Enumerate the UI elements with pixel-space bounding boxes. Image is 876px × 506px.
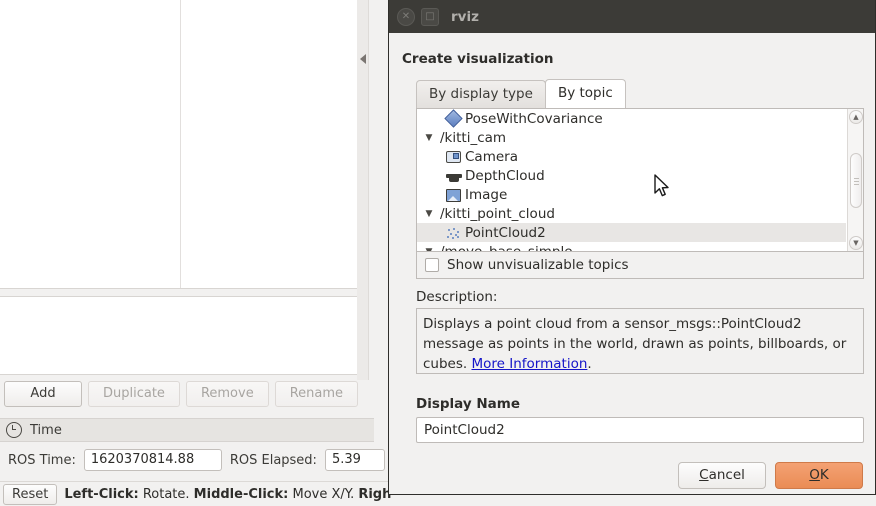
cancel-button[interactable]: Cancel	[678, 462, 766, 489]
dialog-body: Create visualization By display type By …	[389, 51, 875, 443]
ok-button[interactable]: OK	[775, 462, 863, 489]
tree-item-label: /move_base_simple	[440, 244, 573, 252]
cancel-mnemonic: C	[699, 467, 709, 483]
chevron-down-icon[interactable]: ▼	[421, 133, 437, 143]
tree-vertical-scrollbar[interactable]: ▲ ▼	[847, 109, 863, 251]
reset-button[interactable]: Reset	[3, 483, 58, 505]
tree-item-label: /kitti_point_cloud	[440, 205, 555, 222]
more-information-link[interactable]: More Information	[471, 356, 587, 372]
ros-elapsed-field[interactable]: 5.39	[324, 449, 385, 471]
tree-row-selected[interactable]: PointCloud2	[417, 223, 846, 242]
status-hint-text: Left-Click: Rotate. Middle-Click: Move X…	[64, 487, 391, 502]
panel-column-divider	[180, 0, 181, 288]
display-action-buttons: Add Duplicate Remove Rename	[0, 381, 361, 411]
hint-bold-left-click: Left-Click:	[64, 486, 139, 502]
display-name-input[interactable]: PointCloud2	[416, 417, 864, 443]
properties-panel	[0, 296, 361, 375]
tree-row[interactable]: Camera	[417, 147, 846, 166]
scrollbar-thumb[interactable]	[850, 153, 862, 208]
duplicate-button[interactable]: Duplicate	[88, 381, 180, 407]
topic-tree[interactable]: PoseWithCovariance ▼ /kitti_cam Camera D…	[416, 108, 864, 252]
show-unvisualizable-checkbox[interactable]	[425, 258, 439, 272]
time-panel-header: Time	[0, 418, 374, 442]
hint-move: Move X/Y.	[288, 486, 359, 502]
pointcloud-icon	[445, 225, 462, 240]
tree-row[interactable]: Image	[417, 185, 846, 204]
maximize-icon[interactable]: □	[421, 7, 439, 26]
topic-tree-scroll-area: PoseWithCovariance ▼ /kitti_cam Camera D…	[417, 109, 846, 251]
displays-panel	[0, 0, 361, 289]
ros-time-label: ROS Time:	[8, 452, 76, 468]
tab-by-topic[interactable]: By topic	[544, 79, 626, 108]
tree-item-label: Image	[465, 186, 508, 203]
cancel-label-rest: ancel	[708, 467, 745, 483]
scroll-down-icon[interactable]: ▼	[849, 236, 863, 250]
scroll-up-icon[interactable]: ▲	[849, 110, 863, 124]
chevron-left-icon[interactable]	[360, 54, 366, 64]
tree-row[interactable]: ▼ /kitti_point_cloud	[417, 204, 846, 223]
depthcloud-icon	[445, 168, 462, 183]
ros-time-field[interactable]: 1620370814.88	[83, 449, 222, 471]
create-visualization-dialog: ✕ □ rviz Create visualization By display…	[388, 0, 876, 495]
description-box: Displays a point cloud from a sensor_msg…	[416, 308, 864, 374]
chevron-down-icon[interactable]: ▼	[421, 209, 437, 219]
hint-bold-middle-click: Middle-Click:	[193, 486, 289, 502]
ok-mnemonic: O	[809, 467, 820, 483]
tree-item-label: PoseWithCovariance	[465, 110, 603, 127]
tree-item-label: Camera	[465, 148, 518, 165]
dialog-heading: Create visualization	[402, 51, 554, 67]
description-label: Description:	[416, 289, 498, 305]
tree-item-label: DepthCloud	[465, 167, 545, 184]
dialog-title: rviz	[451, 8, 479, 25]
rename-button[interactable]: Rename	[274, 381, 359, 407]
close-icon[interactable]: ✕	[397, 7, 415, 26]
time-panel-row: ROS Time: 1620370814.88 ROS Elapsed: 5.3…	[0, 446, 386, 474]
chevron-down-icon[interactable]: ▼	[421, 247, 437, 252]
ok-label-rest: K	[819, 467, 829, 483]
image-icon	[445, 187, 462, 202]
horizontal-splitter[interactable]	[0, 289, 361, 296]
description-text-end: .	[587, 356, 592, 372]
diamond-icon	[444, 109, 463, 128]
camera-icon	[445, 149, 462, 164]
tree-row[interactable]: PoseWithCovariance	[417, 109, 846, 128]
tree-item-label: PointCloud2	[465, 224, 546, 241]
time-panel-title: Time	[30, 422, 62, 438]
tree-row-clipped[interactable]: ▼ /move_base_simple	[417, 242, 846, 252]
tree-row[interactable]: DepthCloud	[417, 166, 846, 185]
tab-bar: By display type By topic	[416, 79, 862, 108]
tab-by-display-type[interactable]: By display type	[416, 80, 546, 108]
show-unvisualizable-label: Show unvisualizable topics	[447, 257, 629, 273]
add-button[interactable]: Add	[4, 381, 82, 407]
tree-item-label: /kitti_cam	[440, 129, 507, 146]
ros-elapsed-label: ROS Elapsed:	[229, 452, 317, 468]
hint-bold-right-click: Righ	[358, 486, 392, 502]
screen: Add Duplicate Remove Rename Time ROS Tim…	[0, 0, 876, 506]
tree-row[interactable]: ▼ /kitti_cam	[417, 128, 846, 147]
clock-icon	[6, 422, 22, 438]
show-unvisualizable-row[interactable]: Show unvisualizable topics	[416, 252, 864, 279]
dialog-button-row: Cancel OK	[678, 462, 863, 489]
display-name-label: Display Name	[416, 396, 520, 412]
remove-button[interactable]: Remove	[185, 381, 269, 407]
hint-rotate: Rotate.	[138, 486, 194, 502]
dialog-titlebar[interactable]: ✕ □ rviz	[389, 0, 875, 33]
